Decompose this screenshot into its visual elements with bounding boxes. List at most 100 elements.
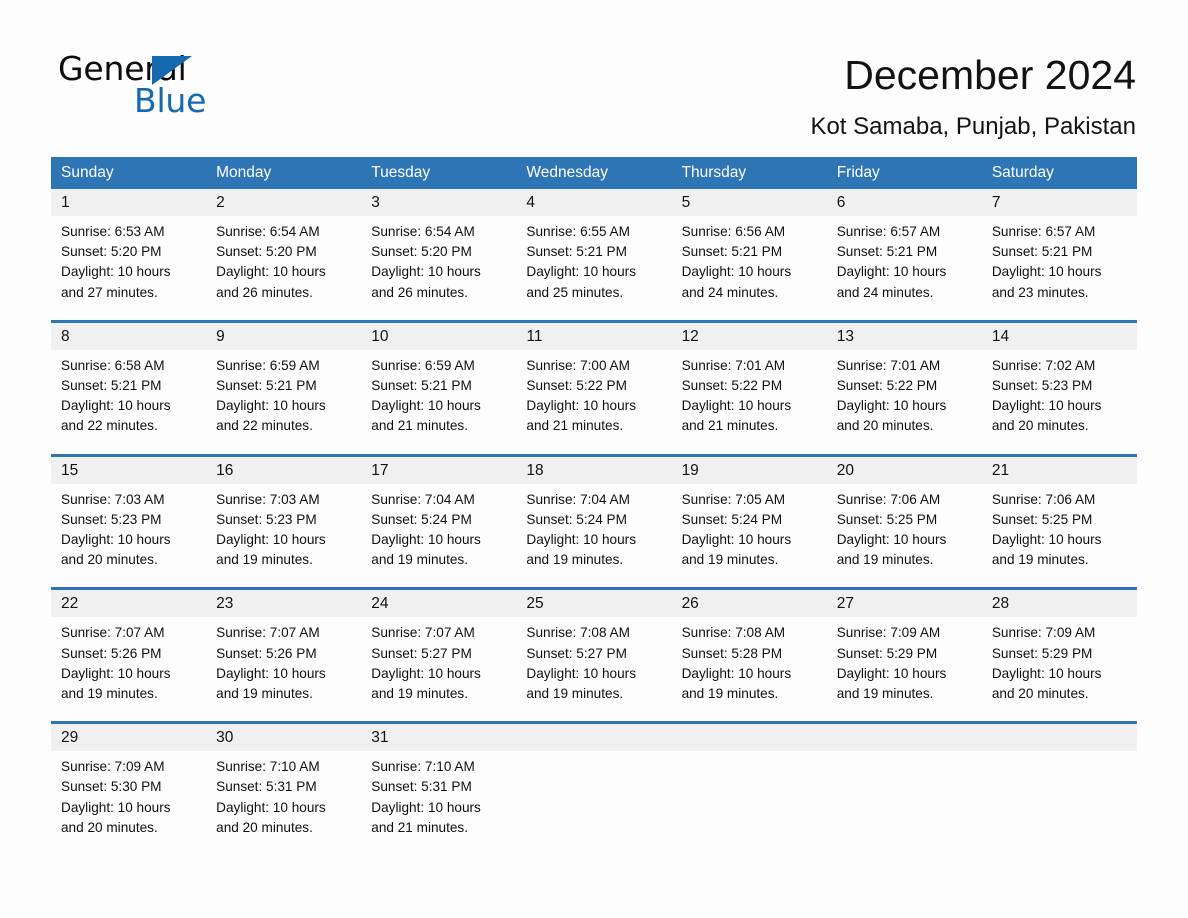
day-number: 9 <box>206 322 362 350</box>
day-cell[interactable]: 12 Sunrise: 7:01 AM Sunset: 5:22 PM Dayl… <box>671 322 827 441</box>
calendar-page: General Blue December 2024 Kot Samaba, P… <box>0 0 1188 918</box>
daylight-line1: Daylight: 10 hours <box>526 665 636 681</box>
sunset-text: Sunset: 5:20 PM <box>61 244 162 260</box>
sunset-text: Sunset: 5:27 PM <box>526 645 627 661</box>
daylight-line1: Daylight: 10 hours <box>681 398 792 414</box>
day-info: Sunrise: 7:02 AM Sunset: 5:23 PM Dayligh… <box>982 350 1137 441</box>
day-cell[interactable]: 16 Sunrise: 7:03 AM Sunset: 5:23 PM Dayl… <box>206 456 362 575</box>
day-cell[interactable]: 28 Sunrise: 7:09 AM Sunset: 5:29 PM Dayl… <box>981 590 1137 708</box>
daylight-line2: and 23 minutes. <box>991 284 1089 300</box>
day-cell[interactable]: 3 Sunrise: 6:54 AM Sunset: 5:20 PM Dayli… <box>361 189 517 307</box>
calendar-week-row: 1 Sunrise: 6:53 AM Sunset: 5:20 PM Dayli… <box>51 189 1137 307</box>
day-number: 17 <box>361 456 517 484</box>
day-cell[interactable]: 19 Sunrise: 7:05 AM Sunset: 5:24 PM Dayl… <box>671 456 827 575</box>
day-cell[interactable]: 31 Sunrise: 7:10 AM Sunset: 5:31 PM Dayl… <box>361 724 517 838</box>
day-cell[interactable]: 22 Sunrise: 7:07 AM Sunset: 5:26 PM Dayl… <box>51 590 207 708</box>
day-cell[interactable]: 17 Sunrise: 7:04 AM Sunset: 5:24 PM Dayl… <box>361 456 517 575</box>
day-number: 26 <box>671 590 827 618</box>
day-cell[interactable]: 14 Sunrise: 7:02 AM Sunset: 5:23 PM Dayl… <box>981 322 1137 441</box>
day-cell[interactable]: 30 Sunrise: 7:10 AM Sunset: 5:31 PM Dayl… <box>206 724 362 838</box>
sunset-text: Sunset: 5:24 PM <box>681 511 783 527</box>
day-cell[interactable]: 6 Sunrise: 6:57 AM Sunset: 5:21 PM Dayli… <box>826 189 982 307</box>
day-cell[interactable]: 4 Sunrise: 6:55 AM Sunset: 5:21 PM Dayli… <box>516 189 672 307</box>
day-number: 23 <box>206 590 362 618</box>
day-info: Sunrise: 7:10 AM Sunset: 5:31 PM Dayligh… <box>361 751 516 838</box>
day-cell[interactable]: 11 Sunrise: 7:00 AM Sunset: 5:22 PM Dayl… <box>516 322 672 441</box>
sunrise-text: Sunrise: 6:55 AM <box>526 224 630 239</box>
day-cell[interactable]: 25 Sunrise: 7:08 AM Sunset: 5:27 PM Dayl… <box>516 590 672 708</box>
day-cell[interactable]: 23 Sunrise: 7:07 AM Sunset: 5:26 PM Dayl… <box>206 590 362 708</box>
daylight-line2: and 21 minutes. <box>371 819 469 835</box>
daylight-line2: and 19 minutes. <box>681 686 779 702</box>
day-cell[interactable]: 15 Sunrise: 7:03 AM Sunset: 5:23 PM Dayl… <box>51 456 207 575</box>
day-info: Sunrise: 7:08 AM Sunset: 5:28 PM Dayligh… <box>672 617 827 708</box>
day-number: 30 <box>206 724 362 752</box>
day-number: 20 <box>826 456 982 484</box>
day-cell[interactable]: 20 Sunrise: 7:06 AM Sunset: 5:25 PM Dayl… <box>826 456 982 575</box>
sunrise-text: Sunrise: 7:09 AM <box>991 625 1096 641</box>
day-number: 10 <box>361 322 517 350</box>
daylight-line1: Daylight: 10 hours <box>836 532 947 548</box>
day-cell[interactable]: 5 Sunrise: 6:56 AM Sunset: 5:21 PM Dayli… <box>671 189 827 307</box>
general-blue-logo[interactable]: General Blue <box>58 52 318 122</box>
day-cell[interactable]: 10 Sunrise: 6:59 AM Sunset: 5:21 PM Dayl… <box>361 322 517 441</box>
sunrise-text: Sunrise: 7:04 AM <box>371 491 475 507</box>
day-cell[interactable]: 27 Sunrise: 7:09 AM Sunset: 5:29 PM Dayl… <box>826 590 982 708</box>
sunset-text: Sunset: 5:25 PM <box>991 511 1093 527</box>
day-info: Sunrise: 7:03 AM Sunset: 5:23 PM Dayligh… <box>206 484 361 575</box>
daylight-line1: Daylight: 10 hours <box>371 398 481 414</box>
day-info: Sunrise: 7:00 AM Sunset: 5:22 PM Dayligh… <box>516 350 671 441</box>
daylight-line2: and 24 minutes. <box>836 284 934 300</box>
day-info: Sunrise: 7:05 AM Sunset: 5:24 PM Dayligh… <box>672 484 827 575</box>
sunrise-text: Sunrise: 7:04 AM <box>526 491 630 507</box>
daylight-line1: Daylight: 10 hours <box>836 665 947 681</box>
daylight-line1: Daylight: 10 hours <box>61 398 171 414</box>
day-info: Sunrise: 6:53 AM Sunset: 5:20 PM Dayligh… <box>51 216 206 307</box>
day-cell[interactable]: 24 Sunrise: 7:07 AM Sunset: 5:27 PM Dayl… <box>361 590 517 708</box>
day-number: 16 <box>206 456 362 484</box>
day-cell[interactable]: 9 Sunrise: 6:59 AM Sunset: 5:21 PM Dayli… <box>206 322 362 441</box>
daylight-line1: Daylight: 10 hours <box>61 532 171 548</box>
day-number: 12 <box>671 322 827 350</box>
daylight-line1: Daylight: 10 hours <box>681 264 792 280</box>
sunrise-text: Sunrise: 6:57 AM <box>836 224 941 239</box>
week-cells: 8 Sunrise: 6:58 AM Sunset: 5:21 PM Dayli… <box>51 322 1137 441</box>
day-info: Sunrise: 7:03 AM Sunset: 5:23 PM Dayligh… <box>51 484 206 575</box>
day-cell[interactable]: 13 Sunrise: 7:01 AM Sunset: 5:22 PM Dayl… <box>826 322 982 441</box>
day-cell[interactable]: 18 Sunrise: 7:04 AM Sunset: 5:24 PM Dayl… <box>516 456 672 575</box>
daylight-line1: Daylight: 10 hours <box>991 532 1102 548</box>
day-cell[interactable]: 21 Sunrise: 7:06 AM Sunset: 5:25 PM Dayl… <box>981 456 1137 575</box>
daylight-line2: and 20 minutes. <box>836 418 934 434</box>
day-cell[interactable]: 26 Sunrise: 7:08 AM Sunset: 5:28 PM Dayl… <box>671 590 827 708</box>
week-gap <box>51 306 1137 320</box>
daylight-line2: and 19 minutes. <box>61 686 158 702</box>
logo-triangle-icon <box>152 56 192 85</box>
daylight-line1: Daylight: 10 hours <box>216 264 326 280</box>
day-number: 8 <box>51 322 207 350</box>
sunrise-text: Sunrise: 7:08 AM <box>681 625 786 641</box>
day-cell[interactable]: 29 Sunrise: 7:09 AM Sunset: 5:30 PM Dayl… <box>51 724 207 838</box>
daylight-line2: and 19 minutes. <box>991 552 1089 568</box>
day-cell[interactable]: 8 Sunrise: 6:58 AM Sunset: 5:21 PM Dayli… <box>51 322 207 441</box>
day-cell[interactable]: 2 Sunrise: 6:54 AM Sunset: 5:20 PM Dayli… <box>206 189 362 307</box>
weekday-header-thursday: Thursday <box>681 164 747 181</box>
day-number: 4 <box>516 189 672 216</box>
day-cell[interactable]: 7 Sunrise: 6:57 AM Sunset: 5:21 PM Dayli… <box>981 189 1137 307</box>
sunset-text: Sunset: 5:29 PM <box>836 645 938 661</box>
day-info: Sunrise: 7:07 AM Sunset: 5:26 PM Dayligh… <box>206 617 361 708</box>
sunset-text: Sunset: 5:21 PM <box>61 378 162 394</box>
sunrise-text: Sunrise: 6:53 AM <box>61 224 165 239</box>
day-number: 14 <box>981 322 1137 350</box>
sunset-text: Sunset: 5:22 PM <box>681 378 783 394</box>
daylight-line2: and 27 minutes. <box>61 284 158 300</box>
sunset-text: Sunset: 5:22 PM <box>526 378 627 394</box>
week-cells: 29 Sunrise: 7:09 AM Sunset: 5:30 PM Dayl… <box>51 724 1137 838</box>
day-number: 27 <box>826 590 982 618</box>
sunrise-text: Sunrise: 7:06 AM <box>836 491 941 507</box>
day-info: Sunrise: 7:08 AM Sunset: 5:27 PM Dayligh… <box>516 617 671 708</box>
sunset-text: Sunset: 5:20 PM <box>371 244 472 260</box>
sunrise-text: Sunrise: 7:02 AM <box>991 357 1096 373</box>
day-cell[interactable]: 1 Sunrise: 6:53 AM Sunset: 5:20 PM Dayli… <box>51 189 207 307</box>
week-gap <box>51 574 1137 588</box>
page-header: General Blue December 2024 Kot Samaba, P… <box>0 0 1188 141</box>
